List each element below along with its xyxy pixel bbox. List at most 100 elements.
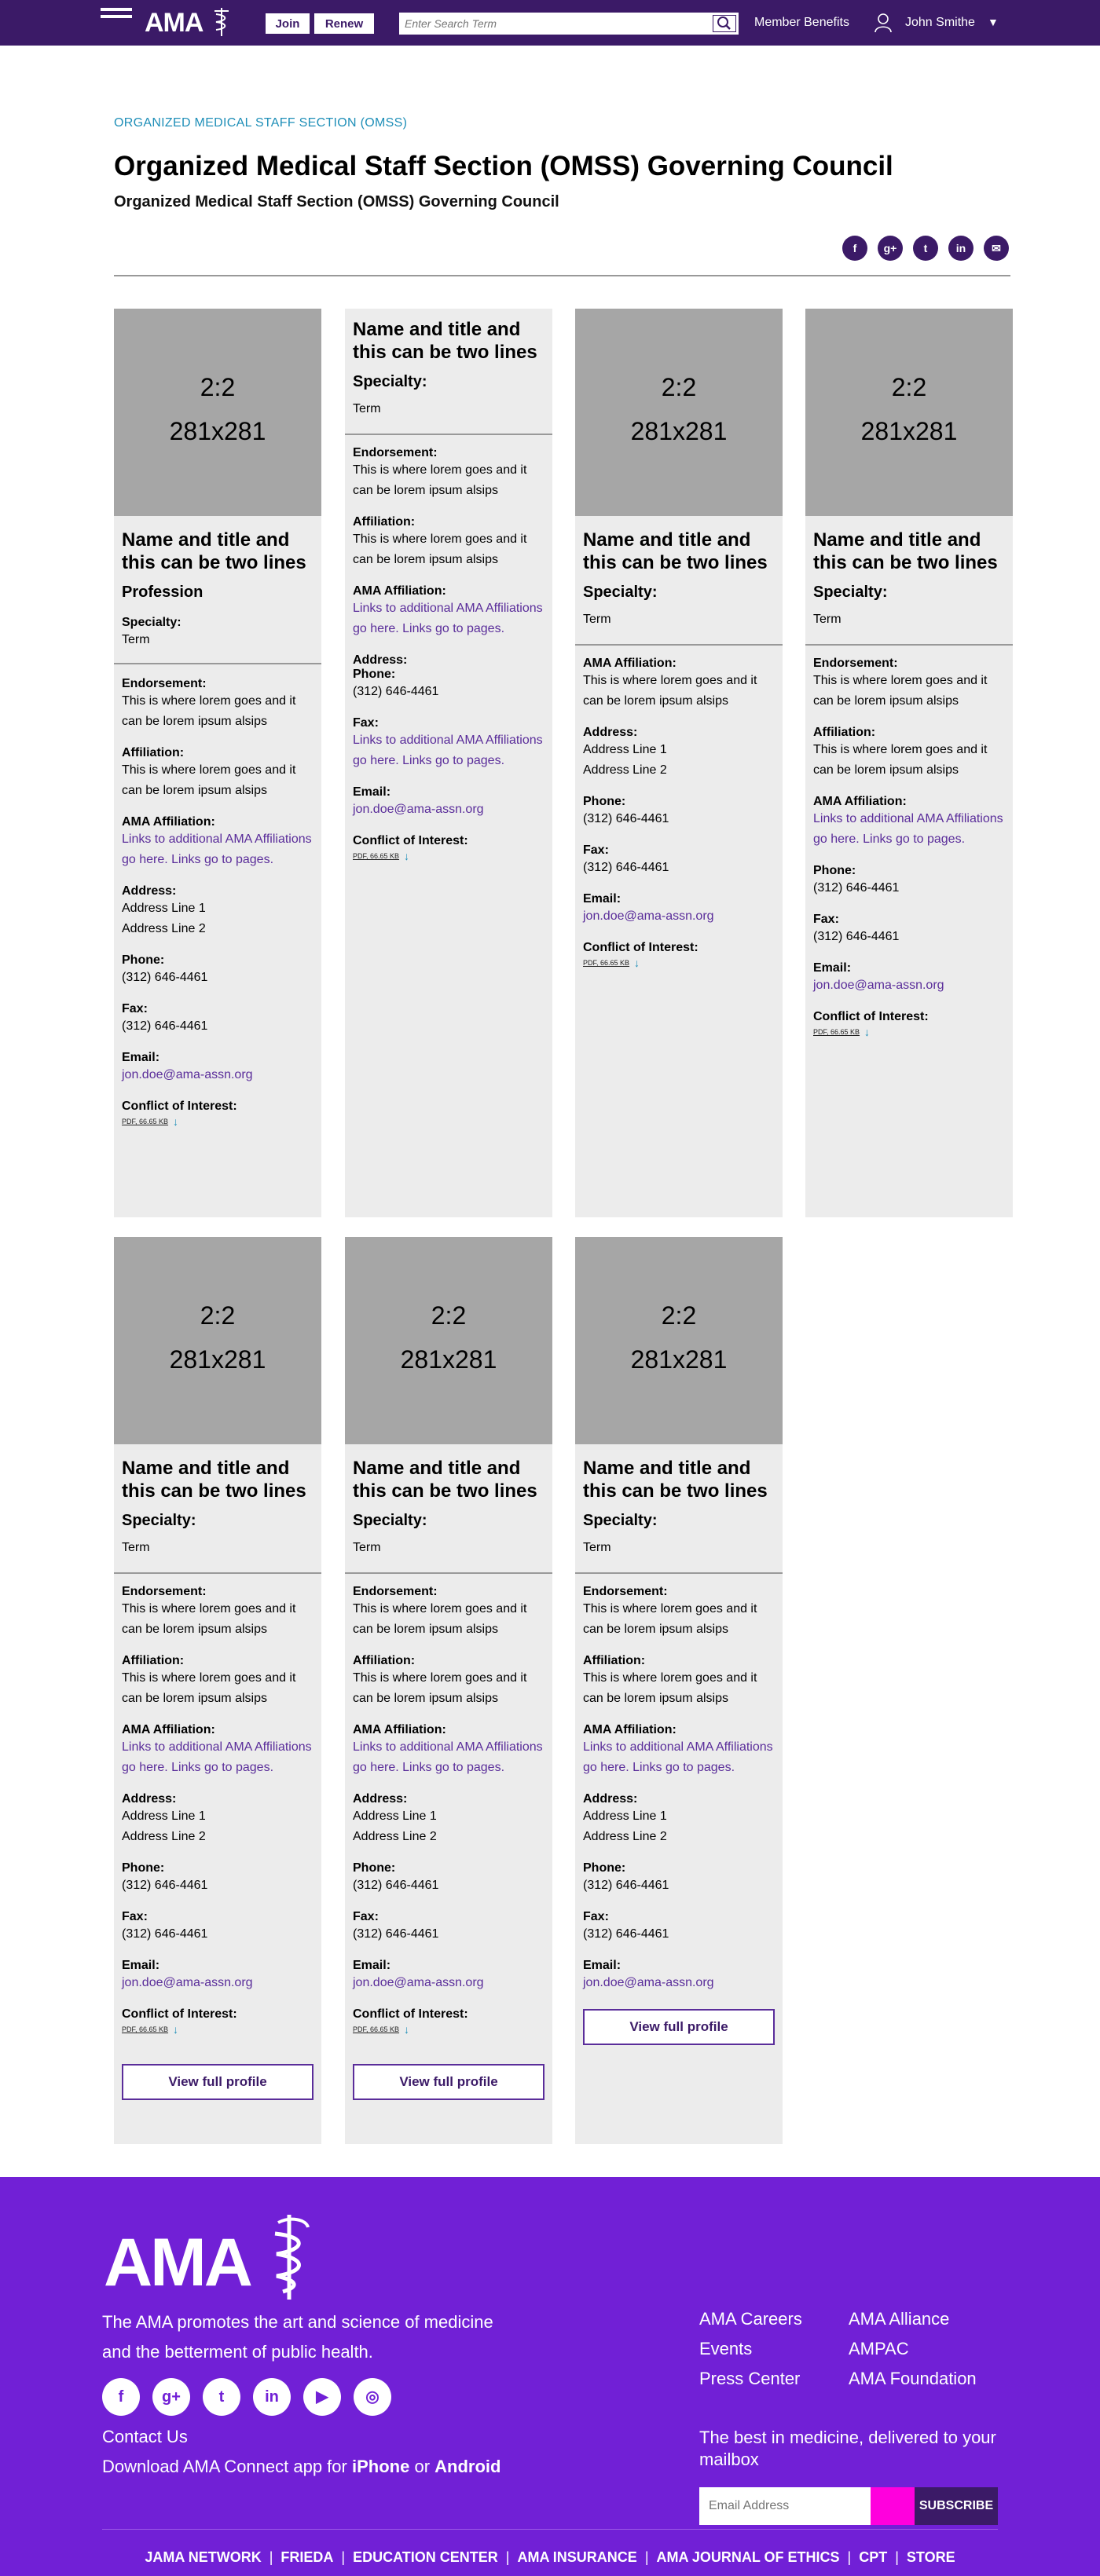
download-icon[interactable]: ↓ xyxy=(404,850,409,862)
separator: | xyxy=(341,2549,346,2565)
conflict-label: Conflict of Interest: xyxy=(122,2007,237,2021)
conflict-label: Conflict of Interest: xyxy=(813,1010,929,1023)
specialty-term: Term xyxy=(583,613,611,626)
footer-link-education-center[interactable]: EDUCATION CENTER xyxy=(353,2549,498,2565)
search-button[interactable] xyxy=(713,15,736,32)
footer-link-ama-careers[interactable]: AMA Careers xyxy=(699,2304,802,2334)
email-link[interactable]: jon.doe@ama-assn.org xyxy=(122,1065,314,1085)
ama-affiliation-link[interactable]: Links to additional AMA Affiliations go … xyxy=(122,1737,314,1778)
footer-link-frieda[interactable]: FRIEDA xyxy=(280,2549,333,2565)
address-label: Address: xyxy=(583,1792,638,1806)
footer-google-plus-icon[interactable]: g+ xyxy=(152,2378,190,2416)
renew-button[interactable]: Renew xyxy=(314,13,374,34)
share-facebook-icon[interactable]: f xyxy=(842,236,867,261)
footer-link-events[interactable]: Events xyxy=(699,2334,802,2364)
ama-affiliation-link[interactable]: Links to additional AMA Affiliations go … xyxy=(583,1737,775,1778)
email-link[interactable]: jon.doe@ama-assn.org xyxy=(122,1973,314,1993)
member-name-title: Name and title and this can be two lines xyxy=(122,1458,306,1502)
phone-value: (312) 646-4461 xyxy=(583,812,669,825)
conflict-pdf-link[interactable]: PDF, 66.65 KB ↓ xyxy=(353,2023,544,2036)
share-twitter-icon[interactable]: t xyxy=(913,236,938,261)
card-divider xyxy=(575,1572,783,1574)
conflict-label: Conflict of Interest: xyxy=(353,834,468,847)
endorsement-text: This is where lorem goes and it can be l… xyxy=(583,1602,757,1636)
search-input[interactable] xyxy=(405,15,711,32)
android-app-link[interactable]: Android xyxy=(434,2457,500,2476)
pdf-label[interactable]: PDF, 66.65 KB xyxy=(583,959,629,967)
ama-affiliation-link[interactable]: Links to additional AMA Affiliations go … xyxy=(353,598,544,639)
download-icon[interactable]: ↓ xyxy=(634,957,640,969)
profile-photo-placeholder: 2:2 281x281 xyxy=(114,309,321,516)
phone-value: (312) 646-4461 xyxy=(583,1879,669,1892)
user-name-link[interactable]: John Smithe xyxy=(905,16,975,30)
share-email-icon[interactable]: ✉ xyxy=(984,236,1009,261)
footer-twitter-icon[interactable]: t xyxy=(203,2378,240,2416)
section-breadcrumb[interactable]: ORGANIZED MEDICAL STAFF SECTION (OMSS) xyxy=(114,116,407,130)
footer-ama-logo[interactable]: AMA xyxy=(104,2224,253,2302)
fax-label: Fax: xyxy=(583,843,609,857)
iphone-app-link[interactable]: iPhone xyxy=(352,2457,409,2476)
footer-link-cpt[interactable]: CPT xyxy=(859,2549,887,2565)
member-name-title: Name and title and this can be two lines xyxy=(583,1458,768,1502)
footer-link-store[interactable]: STORE xyxy=(907,2549,955,2565)
footer-link-ama-insurance[interactable]: AMA INSURANCE xyxy=(517,2549,636,2565)
footer-linkedin-icon[interactable]: in xyxy=(253,2378,291,2416)
menu-button[interactable]: MENU xyxy=(101,8,135,57)
specialty-label: Specialty: xyxy=(353,1512,427,1529)
conflict-pdf-link[interactable]: PDF, 66.65 KB ↓ xyxy=(122,2023,314,2036)
ama-affiliation-link[interactable]: Links to additional AMA Affiliations go … xyxy=(813,809,1005,850)
ama-affiliation-link[interactable]: Links to additional AMA Affiliations go … xyxy=(122,829,314,870)
download-icon[interactable]: ↓ xyxy=(404,2023,409,2036)
pdf-label[interactable]: PDF, 66.65 KB xyxy=(353,2025,399,2033)
download-icon[interactable]: ↓ xyxy=(173,2023,178,2036)
pdf-label[interactable]: PDF, 66.65 KB xyxy=(813,1028,860,1036)
footer-link-press-center[interactable]: Press Center xyxy=(699,2364,802,2394)
email-link[interactable]: jon.doe@ama-assn.org xyxy=(353,800,544,820)
footer-link-ama-alliance[interactable]: AMA Alliance xyxy=(849,2304,977,2334)
affiliation-label: Affiliation: xyxy=(583,1654,646,1667)
conflict-pdf-link[interactable]: PDF, 66.65 KB ↓ xyxy=(122,1115,314,1128)
email-link[interactable]: jon.doe@ama-assn.org xyxy=(813,975,1005,996)
email-link[interactable]: jon.doe@ama-assn.org xyxy=(583,1973,775,1993)
download-icon[interactable]: ↓ xyxy=(864,1026,870,1038)
share-linkedin-icon[interactable]: in xyxy=(948,236,974,261)
fax-link[interactable]: Links to additional AMA Affiliations go … xyxy=(353,730,544,771)
ama-affiliation-text: This is where lorem goes and it can be l… xyxy=(583,674,757,708)
footer-link-ama-foundation[interactable]: AMA Foundation xyxy=(849,2364,977,2394)
email-label: Email: xyxy=(353,1959,391,1972)
join-button[interactable]: Join xyxy=(266,13,310,34)
address-label: Address: xyxy=(122,884,177,898)
fax-label: Fax: xyxy=(122,1002,148,1015)
address-label: Address: xyxy=(353,653,408,667)
footer-youtube-icon[interactable]: ▶ xyxy=(303,2378,341,2416)
footer-link-jama-network[interactable]: JAMA NETWORK xyxy=(145,2549,261,2565)
conflict-pdf-link[interactable]: PDF, 66.65 KB ↓ xyxy=(813,1026,1005,1038)
share-google-plus-icon[interactable]: g+ xyxy=(878,236,903,261)
pdf-label[interactable]: PDF, 66.65 KB xyxy=(353,852,399,860)
phone-label: Phone: xyxy=(353,668,396,681)
ama-logo[interactable]: AMA xyxy=(145,8,204,38)
email-link[interactable]: jon.doe@ama-assn.org xyxy=(353,1973,544,1993)
pdf-label[interactable]: PDF, 66.65 KB xyxy=(122,2025,168,2033)
view-full-profile-button[interactable]: View full profile xyxy=(583,2009,775,2045)
footer-instagram-icon[interactable]: ◎ xyxy=(354,2378,391,2416)
contact-us-link[interactable]: Contact Us xyxy=(102,2427,188,2447)
footer-link-ama-journal-of-ethics[interactable]: AMA JOURNAL OF ETHICS xyxy=(657,2549,840,2565)
footer-link-ampac[interactable]: AMPAC xyxy=(849,2334,977,2364)
view-full-profile-button[interactable]: View full profile xyxy=(353,2064,544,2100)
view-full-profile-button[interactable]: View full profile xyxy=(122,2064,314,2100)
subscribe-button[interactable]: SUBSCRIBE xyxy=(915,2487,998,2525)
user-dropdown-caret-icon[interactable]: ▼ xyxy=(988,16,999,28)
phone-value: (312) 646-4461 xyxy=(122,971,208,984)
newsletter-email-input[interactable] xyxy=(699,2487,871,2525)
member-benefits-link[interactable]: Member Benefits xyxy=(754,16,849,30)
footer-facebook-icon[interactable]: f xyxy=(102,2378,140,2416)
ama-affiliation-link[interactable]: Links to additional AMA Affiliations go … xyxy=(353,1737,544,1778)
photo-ratio-label: 2:2 xyxy=(200,1301,236,1330)
conflict-pdf-link[interactable]: PDF, 66.65 KB ↓ xyxy=(353,850,544,862)
email-link[interactable]: jon.doe@ama-assn.org xyxy=(583,906,775,927)
user-icon[interactable] xyxy=(874,13,893,33)
download-icon[interactable]: ↓ xyxy=(173,1115,178,1128)
conflict-pdf-link[interactable]: PDF, 66.65 KB ↓ xyxy=(583,957,775,969)
pdf-label[interactable]: PDF, 66.65 KB xyxy=(122,1118,168,1125)
